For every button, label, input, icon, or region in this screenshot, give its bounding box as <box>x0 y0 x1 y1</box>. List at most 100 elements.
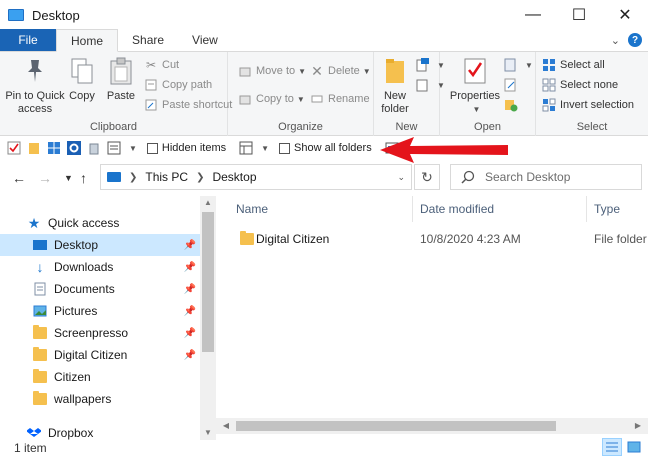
large-icons-view-icon[interactable] <box>624 438 644 456</box>
tab-home[interactable]: Home <box>56 29 119 52</box>
invert-selection-button[interactable]: Invert selection <box>542 96 634 114</box>
new-folder-button[interactable]: New folder <box>380 56 410 116</box>
pin-quick-access-button[interactable]: Pin to Quick access <box>4 56 66 116</box>
clipboard-group: Pin to Quick access Copy Paste ✂ Cut Cop… <box>0 52 232 136</box>
address-dropdown-icon[interactable]: ⌄ <box>397 172 405 183</box>
move-to-button[interactable]: Move to ▼ <box>238 62 306 80</box>
recycle-icon[interactable] <box>86 140 102 156</box>
scrollbar-thumb[interactable] <box>236 421 556 431</box>
tab-file[interactable]: File <box>0 29 56 51</box>
easy-access-icon <box>416 78 430 92</box>
minimize-button[interactable]: — <box>510 0 556 30</box>
nav-item-label: Desktop <box>54 238 99 252</box>
select-all-icon <box>542 58 556 72</box>
nav-item-digital-citizen[interactable]: Digital Citizen 📌 <box>0 344 200 366</box>
column-header-name[interactable]: Name <box>236 202 268 216</box>
invert-selection-icon <box>542 98 556 112</box>
new-folder-label: New folder <box>381 90 409 115</box>
content-horizontal-scrollbar[interactable]: ◀ ▶ <box>216 418 648 434</box>
nav-item-desktop[interactable]: Desktop 📌 <box>0 234 200 256</box>
checkbox-box[interactable] <box>146 142 158 154</box>
chevron-down-icon[interactable]: ⌄ <box>611 34 620 47</box>
nav-item-quick-access[interactable]: ★ Quick access <box>0 212 200 234</box>
delete-label: Delete <box>328 65 360 77</box>
copy-to-button[interactable]: Copy to ▼ <box>238 90 305 108</box>
help-icon[interactable]: ? <box>628 33 642 47</box>
grid-view-icon[interactable] <box>46 140 62 156</box>
history-button[interactable] <box>504 96 522 114</box>
nav-item-label: Citizen <box>54 370 91 384</box>
nav-item-label: wallpapers <box>54 392 112 406</box>
select-none-button[interactable]: Select none <box>542 76 618 94</box>
breadcrumb-this-pc[interactable]: This PC <box>145 170 188 184</box>
properties-button[interactable]: Properties ▼ <box>448 56 502 116</box>
properties-check-icon[interactable] <box>6 140 22 156</box>
paste-button[interactable]: Paste <box>104 56 138 103</box>
edit-button[interactable] <box>504 76 522 94</box>
tab-share[interactable]: Share <box>118 29 178 51</box>
tab-view[interactable]: View <box>178 29 232 51</box>
checkbox-box[interactable] <box>279 142 291 154</box>
scroll-up-icon[interactable]: ▲ <box>200 196 216 210</box>
clipboard-group-label: Clipboard <box>89 121 138 133</box>
nav-item-pictures[interactable]: Pictures 📌 <box>0 300 200 322</box>
select-all-label: Select all <box>560 59 605 71</box>
nav-item-label: Digital Citizen <box>54 348 128 362</box>
pin-icon[interactable]: 📌 <box>184 350 196 361</box>
address-bar[interactable]: ❯ This PC ❯ Desktop ⌄ <box>100 164 412 190</box>
folder-icon[interactable] <box>26 140 42 156</box>
column-divider[interactable] <box>586 196 587 222</box>
caret-down-icon[interactable]: ▼ <box>261 144 269 153</box>
search-box[interactable] <box>450 164 642 190</box>
nav-item-downloads[interactable]: ↓ Downloads 📌 <box>0 256 200 278</box>
pin-icon[interactable]: 📌 <box>184 240 196 251</box>
search-input[interactable] <box>485 170 625 184</box>
scroll-right-icon[interactable]: ▶ <box>630 418 646 434</box>
nav-item-screenpresso[interactable]: Screenpresso 📌 <box>0 322 200 344</box>
scroll-left-icon[interactable]: ◀ <box>218 418 234 434</box>
cut-button[interactable]: ✂ Cut <box>144 56 179 74</box>
new-group: New folder ▼ ▼ New <box>374 52 445 136</box>
refresh-button[interactable]: ↻ <box>414 164 440 190</box>
pin-icon[interactable]: 📌 <box>184 262 196 273</box>
copy-path-button[interactable]: Copy path <box>144 76 212 94</box>
details-pane-icon[interactable] <box>106 140 122 156</box>
maximize-button[interactable]: ☐ <box>556 0 602 30</box>
settings-gear-icon[interactable] <box>66 140 82 156</box>
scrollbar-thumb[interactable] <box>202 212 214 352</box>
column-divider[interactable] <box>412 196 413 222</box>
details-view-icon[interactable] <box>602 438 622 456</box>
layout-icon[interactable] <box>238 140 254 156</box>
open-button[interactable]: ▼ <box>504 56 533 74</box>
pin-icon[interactable]: 📌 <box>184 328 196 339</box>
paste-shortcut-button[interactable]: Paste shortcut <box>144 96 232 114</box>
caret-down-icon[interactable]: ▼ <box>129 144 137 153</box>
copy-button[interactable]: Copy <box>66 56 98 103</box>
recent-locations-chevron-icon[interactable]: ▼ <box>64 173 73 183</box>
nav-item-label: Downloads <box>54 260 114 274</box>
show-all-folders-checkbox[interactable]: Show all folders <box>279 142 372 154</box>
paste-shortcut-icon <box>144 98 158 112</box>
table-row[interactable]: Digital Citizen 10/8/2020 4:23 AM File f… <box>236 228 648 250</box>
close-button[interactable]: ✕ <box>602 0 648 30</box>
breadcrumb-desktop[interactable]: Desktop <box>212 170 256 184</box>
nav-item-documents[interactable]: Documents 📌 <box>0 278 200 300</box>
nav-item-wallpapers[interactable]: wallpapers <box>0 388 200 410</box>
breadcrumb-separator-icon[interactable]: ❯ <box>196 172 204 183</box>
nav-item-citizen[interactable]: Citizen <box>0 366 200 388</box>
nav-pane-scrollbar[interactable]: ▲ ▼ <box>200 196 216 440</box>
rename-button[interactable]: Rename <box>310 90 370 108</box>
up-arrow-icon[interactable]: ↑ <box>80 170 87 186</box>
delete-button[interactable]: ✕ Delete ▼ <box>310 62 371 80</box>
quick-access-toolbar: ▼ Hidden items ▼ Show all folders ▼ ⏷ <box>0 137 648 159</box>
file-date: 10/8/2020 4:23 AM <box>420 232 521 246</box>
breadcrumb-separator-icon[interactable]: ❯ <box>129 172 137 183</box>
select-all-button[interactable]: Select all <box>542 56 605 74</box>
pin-icon[interactable]: 📌 <box>184 306 196 317</box>
forward-arrow-icon[interactable]: → <box>38 170 52 186</box>
hidden-items-checkbox[interactable]: Hidden items <box>146 142 226 154</box>
column-header-type[interactable]: Type <box>594 202 620 216</box>
back-arrow-icon[interactable]: ← <box>12 170 26 186</box>
column-header-date-modified[interactable]: Date modified <box>420 202 494 216</box>
pin-icon[interactable]: 📌 <box>184 284 196 295</box>
